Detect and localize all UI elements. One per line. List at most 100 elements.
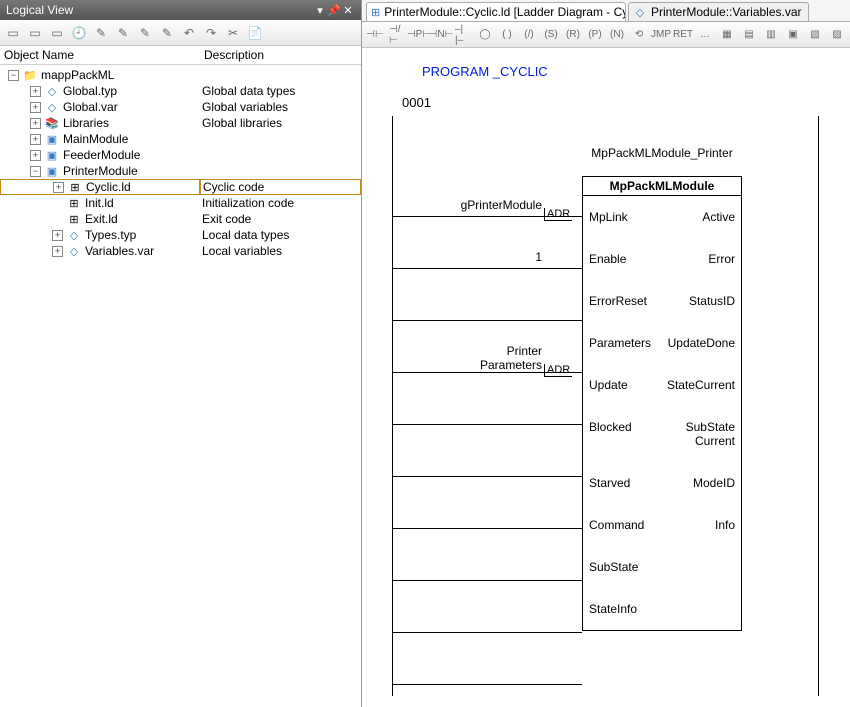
editor-toolbar-btn-11[interactable]: (N) xyxy=(608,26,626,44)
adr-parameters[interactable]: ADR xyxy=(544,364,572,377)
editor-toolbar-btn-3[interactable]: ⊣N⊢ xyxy=(432,26,450,44)
editor-toolbar-btn-7[interactable]: (/) xyxy=(520,26,538,44)
fb-input-command[interactable]: Command xyxy=(589,518,644,532)
tree-toggle[interactable]: − xyxy=(30,166,41,177)
tree-toggle[interactable]: + xyxy=(30,102,41,113)
editor-toolbar-btn-1[interactable]: ⊣/⊢ xyxy=(388,26,406,44)
left-toolbar-btn-1[interactable]: ▭ xyxy=(26,24,44,42)
tree-row-global-var[interactable]: +◇Global.varGlobal variables xyxy=(0,99,361,115)
tree-row-exit-ld[interactable]: ⊞Exit.ldExit code xyxy=(0,211,361,227)
left-toolbar-btn-2[interactable]: ▭ xyxy=(48,24,66,42)
tree-toggle[interactable]: + xyxy=(52,230,63,241)
editor-toolbar-btn-4[interactable]: –| |– xyxy=(454,26,472,44)
tree-row-mapppackml[interactable]: −📁mappPackML xyxy=(0,67,361,83)
editor-toolbar-btn-6[interactable]: ( ) xyxy=(498,26,516,44)
col-header-name[interactable]: Object Name xyxy=(4,48,204,62)
left-toolbar-btn-9[interactable]: ↷ xyxy=(202,24,220,42)
editor-pane: ⊞PrinterModule::Cyclic.ld [Ladder Diagra… xyxy=(362,0,850,707)
editor-toolbar-btn-12[interactable]: ⟲ xyxy=(630,26,648,44)
signal-enable[interactable]: 1 xyxy=(452,250,542,264)
tree-row-cyclic-ld[interactable]: +⊞Cyclic.ldCyclic code xyxy=(0,179,361,195)
fb-input-enable[interactable]: Enable xyxy=(589,252,626,266)
tree-row-mainmodule[interactable]: +▣MainModule xyxy=(0,131,361,147)
editor-toolbar-btn-20[interactable]: ▧ xyxy=(806,26,824,44)
fb-instance-name[interactable]: MpPackMLModule_Printer xyxy=(582,146,742,160)
col-header-desc[interactable]: Description xyxy=(204,48,357,62)
tree-row-global-typ[interactable]: +◇Global.typGlobal data types xyxy=(0,83,361,99)
fb-output-updatedone[interactable]: UpdateDone xyxy=(668,336,735,350)
tree-toggle[interactable]: + xyxy=(53,182,64,193)
tree-toggle[interactable]: + xyxy=(30,134,41,145)
editor-toolbar-btn-13[interactable]: JMP xyxy=(652,26,670,44)
tree-toggle[interactable]: + xyxy=(52,246,63,257)
fb-input-update[interactable]: Update xyxy=(589,378,628,392)
pane-pin-icon[interactable]: 📌 xyxy=(327,4,341,17)
tree-row-libraries[interactable]: +📚LibrariesGlobal libraries xyxy=(0,115,361,131)
tree-label: PrinterModule xyxy=(63,164,138,178)
function-block[interactable]: MpPackMLModule MpLinkActiveEnableErrorEr… xyxy=(582,176,742,631)
ladder-editor[interactable]: PROGRAM _CYCLIC 0001 MpPackMLModule_Prin… xyxy=(362,48,850,707)
editor-toolbar-btn-21[interactable]: ▨ xyxy=(828,26,846,44)
fb-input-stateinfo[interactable]: StateInfo xyxy=(589,602,637,616)
left-toolbar-btn-5[interactable]: ✎ xyxy=(114,24,132,42)
editor-toolbar-btn-14[interactable]: RET xyxy=(674,26,692,44)
fb-output-modeid[interactable]: ModeID xyxy=(693,476,735,490)
left-toolbar-btn-10[interactable]: ✂ xyxy=(224,24,242,42)
left-toolbar-btn-7[interactable]: ✎ xyxy=(158,24,176,42)
fb-input-blocked[interactable]: Blocked xyxy=(589,420,632,448)
fb-row-parameters: Parameters UpdateDone xyxy=(583,322,741,364)
tree-row-init-ld[interactable]: ⊞Init.ldInitialization code xyxy=(0,195,361,211)
editor-toolbar-btn-10[interactable]: (P) xyxy=(586,26,604,44)
tree-header: Object Name Description xyxy=(0,46,361,65)
left-toolbar-btn-6[interactable]: ✎ xyxy=(136,24,154,42)
tree-label: Global.typ xyxy=(63,84,117,98)
right-rail xyxy=(818,116,819,696)
editor-toolbar-btn-18[interactable]: ▥ xyxy=(762,26,780,44)
wire-input-enable xyxy=(392,268,582,269)
fb-output-substatecurrent[interactable]: SubStateCurrent xyxy=(686,420,735,448)
tree-toggle[interactable]: + xyxy=(30,150,41,161)
tree-row-variables-var[interactable]: +◇Variables.varLocal variables xyxy=(0,243,361,259)
signal-mplink[interactable]: gPrinterModule xyxy=(452,198,542,212)
fb-output-statecurrent[interactable]: StateCurrent xyxy=(667,378,735,392)
pane-close-icon[interactable]: ✕ xyxy=(341,4,355,17)
tree-toggle[interactable]: − xyxy=(8,70,19,81)
adr-mplink[interactable]: ADR xyxy=(544,208,572,221)
editor-toolbar-btn-9[interactable]: (R) xyxy=(564,26,582,44)
signal-parameters[interactable]: PrinterParameters xyxy=(452,344,542,372)
left-toolbar-btn-4[interactable]: ✎ xyxy=(92,24,110,42)
editor-toolbar-btn-8[interactable]: (S) xyxy=(542,26,560,44)
editor-toolbar-btn-19[interactable]: ▣ xyxy=(784,26,802,44)
tree-toggle[interactable]: + xyxy=(30,86,41,97)
tab-0[interactable]: ⊞PrinterModule::Cyclic.ld [Ladder Diagra… xyxy=(366,2,626,21)
tree-row-types-typ[interactable]: +◇Types.typLocal data types xyxy=(0,227,361,243)
tree-desc: Global variables xyxy=(200,100,361,114)
fb-output-active[interactable]: Active xyxy=(702,210,735,224)
editor-toolbar-btn-0[interactable]: ⊣⊢ xyxy=(366,26,384,44)
tab-1[interactable]: ◇PrinterModule::Variables.var xyxy=(628,2,809,21)
fb-input-substate[interactable]: SubState xyxy=(589,560,638,574)
editor-toolbar-btn-17[interactable]: ▤ xyxy=(740,26,758,44)
editor-toolbar-btn-5[interactable]: ◯ xyxy=(476,26,494,44)
tree-toggle[interactable]: + xyxy=(30,118,41,129)
left-toolbar-btn-3[interactable]: 🕘 xyxy=(70,24,88,42)
fb-output-error[interactable]: Error xyxy=(708,252,735,266)
left-toolbar-btn-11[interactable]: 📄 xyxy=(246,24,264,42)
left-rail xyxy=(392,116,393,696)
pane-dropdown-icon[interactable]: ▾ xyxy=(313,4,327,17)
left-toolbar-btn-0[interactable]: ▭ xyxy=(4,24,22,42)
fb-input-parameters[interactable]: Parameters xyxy=(589,336,651,350)
fb-input-starved[interactable]: Starved xyxy=(589,476,630,490)
fb-input-errorreset[interactable]: ErrorReset xyxy=(589,294,647,308)
file-icon: ◇ xyxy=(44,100,60,114)
editor-toolbar-btn-15[interactable]: … xyxy=(696,26,714,44)
editor-toolbar-btn-16[interactable]: ▦ xyxy=(718,26,736,44)
fb-output-statusid[interactable]: StatusID xyxy=(689,294,735,308)
fb-input-mplink[interactable]: MpLink xyxy=(589,210,628,224)
fb-row-substate: SubState xyxy=(583,546,741,588)
tree-row-printermodule[interactable]: −▣PrinterModule xyxy=(0,163,361,179)
fb-output-info[interactable]: Info xyxy=(715,518,735,532)
editor-toolbar-btn-2[interactable]: ⊣P⊢ xyxy=(410,26,428,44)
left-toolbar-btn-8[interactable]: ↶ xyxy=(180,24,198,42)
tree-row-feedermodule[interactable]: +▣FeederModule xyxy=(0,147,361,163)
